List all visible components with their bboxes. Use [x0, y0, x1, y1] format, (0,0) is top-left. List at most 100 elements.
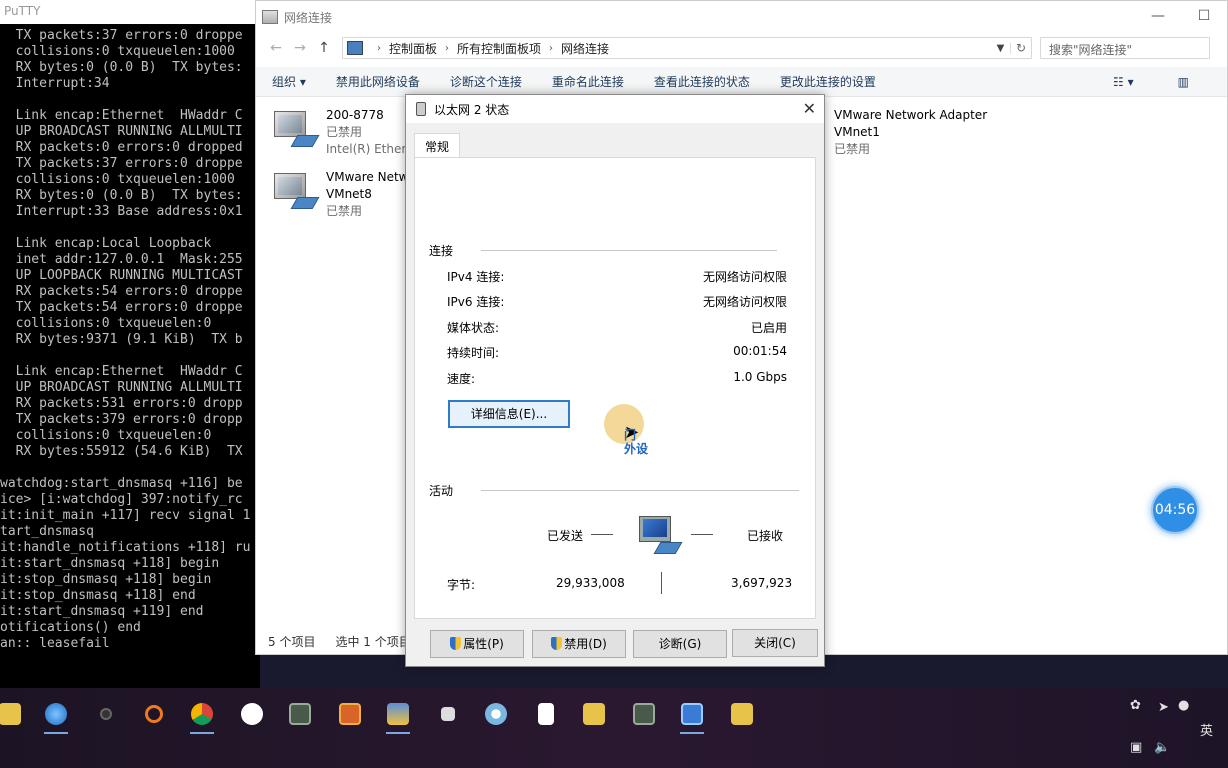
back-arrow-icon[interactable]: ←: [264, 40, 288, 56]
address-bar[interactable]: › 控制面板 › 所有控制面板项 › 网络连接 ▼ ↻: [342, 37, 1032, 59]
putty-title: PuTTY: [0, 0, 260, 24]
breadcrumb-network[interactable]: 网络连接: [561, 40, 609, 57]
connection-device: 已禁用: [834, 142, 871, 156]
terminal-line: it:init_main +117] recv signal 1: [0, 508, 251, 523]
network-tray-icon[interactable]: ▣: [1130, 740, 1142, 755]
up-arrow-icon[interactable]: ↑: [312, 40, 336, 56]
sent-label: 已发送: [547, 529, 584, 543]
view-status-command[interactable]: 查看此连接的状态: [654, 73, 750, 90]
received-line: [691, 534, 713, 535]
tab-general[interactable]: 常规: [414, 133, 461, 159]
media-state-value: 已启用: [750, 321, 787, 335]
disable-device-command[interactable]: 禁用此网络设备: [336, 73, 420, 90]
globe-tray-icon[interactable]: ●: [1178, 698, 1189, 713]
shield-icon: [450, 637, 462, 650]
diagnose-command[interactable]: 诊断这个连接: [450, 73, 522, 90]
maximize-button[interactable]: ☐: [1181, 1, 1227, 31]
flower-tray-icon[interactable]: ✿: [1130, 698, 1141, 713]
terminal-line: it:stop_dnsmasq +118] end: [0, 588, 196, 603]
settings-flower-icon[interactable]: [476, 696, 516, 732]
terminal-line: it:start_dnsmasq +119] end: [0, 604, 204, 619]
timer-badge[interactable]: 04:56: [1151, 486, 1199, 534]
duration-label: 持续时间:: [447, 346, 500, 360]
network-adapter-icon: [272, 169, 320, 215]
terminal-line: it:start_dnsmasq +118] begin: [0, 556, 220, 571]
terminal-line: RX bytes:0 (0.0 B) TX bytes:: [0, 60, 243, 75]
terminal-line: RX packets:531 errors:0 dropp: [0, 396, 243, 411]
rename-command[interactable]: 重命名此连接: [552, 73, 624, 90]
network-globe-icon[interactable]: [36, 696, 76, 734]
breadcrumb-all-items[interactable]: 所有控制面板项: [457, 40, 541, 57]
search-input[interactable]: 搜索"网络连接": [1040, 37, 1210, 59]
putty-window[interactable]: PuTTY TX packets:37 errors:0 droppe coll…: [0, 0, 260, 690]
chevron-right-icon: ›: [445, 42, 450, 54]
terminal-line: inet addr:127.0.0.1 Mask:255: [0, 252, 243, 267]
organize-menu[interactable]: 组织 ▾: [272, 73, 306, 90]
chrome-icon[interactable]: [182, 696, 222, 734]
list-item[interactable]: 200-8778 已禁用 Intel(R) Etherne: [272, 107, 421, 158]
forward-arrow-icon[interactable]: →: [288, 40, 312, 56]
terminal-icon-2[interactable]: [624, 696, 664, 732]
folder-icon[interactable]: [428, 696, 468, 732]
terminal-line: collisions:0 txqueuelen:0: [0, 428, 212, 443]
shield-icon: [551, 637, 563, 650]
search-folder-icon-2[interactable]: [722, 696, 762, 732]
connection-name: VMware Network Adapter: [834, 108, 988, 122]
ethernet-status-dialog[interactable]: 以太网 2 状态 ✕ 常规 连接 IPv4 连接: 无网络访问权限 IPv6 连…: [405, 94, 825, 667]
item-count: 5 个项目: [268, 635, 316, 649]
app-icon[interactable]: [330, 696, 370, 732]
command-bar: 组织 ▾ 禁用此网络设备 诊断这个连接 重命名此连接 查看此连接的状态 更改此连…: [256, 67, 1227, 97]
document-icon[interactable]: [526, 696, 566, 732]
volume-icon[interactable]: 🔈: [1154, 740, 1170, 755]
bytes-sent-value: 29,933,008: [556, 576, 625, 590]
terminal-line: UP BROADCAST RUNNING ALLMULTI: [0, 124, 243, 139]
putty-terminal-output[interactable]: TX packets:37 errors:0 droppe collisions…: [0, 24, 260, 652]
list-item[interactable]: VMware Netw VMnet8 已禁用: [272, 169, 408, 220]
breadcrumb-control-panel[interactable]: 控制面板: [389, 40, 437, 57]
terminal-line: Link encap:Local Loopback: [0, 236, 212, 251]
close-button[interactable]: 关闭(C): [732, 629, 818, 657]
close-icon[interactable]: ✕: [803, 99, 816, 118]
diagnose-button[interactable]: 诊断(G): [633, 630, 727, 658]
ime-indicator[interactable]: 英: [1200, 720, 1213, 739]
details-button[interactable]: 详细信息(E)...: [448, 400, 570, 428]
connection-status: VMnet8: [326, 187, 372, 201]
search-app-icon[interactable]: [134, 696, 174, 732]
duration-value: 00:01:54: [733, 344, 787, 358]
terminal-icon[interactable]: [280, 696, 320, 732]
chevron-right-icon: ›: [549, 42, 554, 54]
terminal-line: ice> [i:watchdog] 397:notify_rc: [0, 492, 243, 507]
received-label: 已接收: [747, 529, 784, 543]
plug-icon: [416, 102, 426, 116]
network-adapter-icon: [272, 107, 320, 153]
terminal-line: Interrupt:33 Base address:0x1: [0, 204, 243, 219]
camera-icon[interactable]: [86, 696, 126, 732]
terminal-line: Interrupt:34: [0, 76, 110, 91]
chevron-right-icon: ›: [377, 42, 381, 54]
network-tool-icon[interactable]: [378, 696, 418, 734]
minimize-button[interactable]: —: [1135, 1, 1181, 31]
explorer-title: 网络连接: [284, 10, 333, 25]
connection-group: 连接: [429, 242, 778, 259]
properties-button[interactable]: 属性(P): [430, 630, 524, 658]
preview-pane-icon[interactable]: ▥: [1178, 75, 1189, 89]
media-state-row: 媒体状态: 已启用: [447, 319, 787, 336]
refresh-icon[interactable]: ↻: [1011, 41, 1031, 55]
file-explorer-icon[interactable]: [0, 696, 30, 732]
connection-device: 已禁用: [326, 204, 363, 218]
terminal-line: RX packets:54 errors:0 droppe: [0, 284, 243, 299]
disable-button[interactable]: 禁用(D): [532, 630, 626, 658]
chevron-down-icon[interactable]: ▼: [995, 42, 1011, 54]
control-panel-icon[interactable]: [672, 696, 712, 734]
terminal-line: collisions:0 txqueuelen:0: [0, 316, 212, 331]
change-settings-command[interactable]: 更改此连接的设置: [780, 73, 876, 90]
terminal-line: TX packets:54 errors:0 droppe: [0, 300, 243, 315]
explorer-titlebar: 网络连接 — ☐: [256, 1, 1227, 33]
ipv6-value: 无网络访问权限: [702, 295, 787, 309]
terminal-line: UP LOOPBACK RUNNING MULTICAST: [0, 268, 243, 283]
view-options-icon[interactable]: ☷ ▾: [1113, 75, 1134, 89]
media-player-icon[interactable]: [232, 696, 272, 732]
search-folder-icon[interactable]: [574, 696, 614, 732]
